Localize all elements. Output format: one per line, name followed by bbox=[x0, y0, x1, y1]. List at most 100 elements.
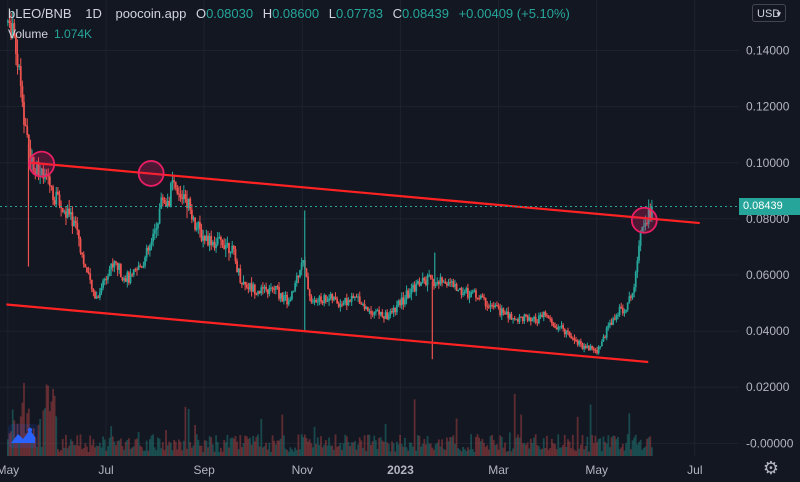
volume-bar bbox=[434, 444, 437, 456]
candle-body bbox=[463, 291, 466, 294]
candle-body bbox=[492, 305, 495, 308]
volume-bar bbox=[48, 411, 51, 456]
candle-body bbox=[169, 183, 172, 206]
candle-body bbox=[370, 311, 372, 314]
candle-body bbox=[589, 345, 592, 351]
volume-bar bbox=[531, 443, 534, 456]
candle-body bbox=[90, 279, 93, 290]
volume-bar bbox=[139, 445, 142, 456]
change-value: +0.00409 (+5.10%) bbox=[458, 6, 570, 21]
volume-bar bbox=[436, 442, 439, 456]
circle-marker[interactable] bbox=[630, 206, 658, 234]
candle-body bbox=[478, 298, 481, 300]
interval-label[interactable]: 1D bbox=[85, 6, 102, 21]
volume-bar bbox=[562, 445, 565, 456]
volume-bar bbox=[210, 437, 213, 456]
candle-body bbox=[202, 236, 205, 241]
volume-bar bbox=[190, 447, 193, 456]
volume-bar bbox=[307, 441, 309, 456]
trendline[interactable] bbox=[30, 161, 700, 225]
volume-bar bbox=[50, 401, 53, 456]
candle-body bbox=[410, 288, 413, 294]
volume-bar bbox=[387, 443, 390, 456]
candle-body bbox=[329, 293, 332, 299]
gear-icon[interactable]: ⚙ bbox=[761, 458, 781, 478]
circle-marker[interactable] bbox=[137, 160, 165, 187]
candle-body bbox=[479, 295, 482, 299]
circle-markers[interactable] bbox=[28, 150, 658, 234]
trendline[interactable] bbox=[6, 303, 649, 364]
volume-bar bbox=[426, 435, 429, 456]
volume-bar bbox=[431, 447, 434, 456]
volume-bar bbox=[565, 446, 568, 456]
tradingview-logo-icon[interactable] bbox=[8, 424, 38, 448]
symbol-name[interactable]: bLEO/BNB bbox=[8, 6, 72, 21]
candle-body bbox=[371, 313, 374, 315]
volume-bar bbox=[586, 436, 589, 456]
candle-body bbox=[570, 335, 573, 339]
candle-body bbox=[418, 281, 421, 286]
candle-body bbox=[310, 295, 313, 303]
volume-bar bbox=[97, 446, 100, 456]
candle-body bbox=[192, 217, 195, 220]
volume-bar bbox=[350, 442, 353, 456]
price-axis[interactable]: 0.140000.120000.100000.080000.060000.040… bbox=[746, 44, 794, 451]
candle-body bbox=[247, 287, 250, 290]
candle-body bbox=[339, 304, 342, 307]
volume-bar bbox=[384, 423, 387, 456]
volume-bar bbox=[66, 448, 69, 456]
volume-bar bbox=[255, 436, 258, 456]
candle-body bbox=[610, 322, 613, 325]
candle-body bbox=[505, 311, 508, 315]
currency-selector[interactable]: USD ▾ bbox=[752, 4, 786, 22]
volume-bar bbox=[613, 436, 616, 456]
candle-body bbox=[236, 260, 238, 273]
x-tick-label: Sep bbox=[193, 463, 215, 477]
candle-body bbox=[103, 278, 106, 281]
volume-bar bbox=[518, 437, 521, 456]
volume-bar bbox=[460, 451, 463, 456]
candle-body bbox=[521, 316, 524, 322]
candle-body bbox=[623, 311, 626, 314]
close-value: 0.08439 bbox=[401, 6, 449, 21]
candle-body bbox=[333, 296, 335, 301]
candle-body bbox=[97, 296, 100, 298]
volume-bar bbox=[119, 438, 122, 456]
candle-body bbox=[471, 291, 474, 293]
volume-bar bbox=[465, 450, 468, 456]
volume-bar bbox=[418, 435, 421, 456]
trendlines[interactable] bbox=[6, 161, 700, 364]
candle-body bbox=[345, 298, 348, 306]
volume-bar bbox=[604, 441, 606, 456]
circle-marker[interactable] bbox=[28, 150, 56, 178]
volume-bar bbox=[647, 437, 650, 456]
candle-body bbox=[18, 66, 21, 68]
volume-bar bbox=[108, 437, 111, 456]
candle-body bbox=[176, 187, 179, 194]
volume-bar bbox=[305, 437, 308, 456]
candle-body bbox=[425, 280, 427, 285]
volume-bar bbox=[407, 450, 410, 456]
candle-body bbox=[323, 295, 326, 304]
candle-body bbox=[268, 288, 271, 295]
candle-body bbox=[81, 252, 84, 255]
candle-body bbox=[153, 229, 156, 234]
volume-bar bbox=[302, 437, 305, 456]
candle-body bbox=[326, 300, 329, 302]
candle-body bbox=[341, 304, 343, 306]
time-axis[interactable]: May Jul Sep Nov 2023 Mar May Jul bbox=[0, 463, 703, 477]
candle-body bbox=[279, 293, 282, 299]
candle-body bbox=[315, 299, 318, 303]
volume-bar bbox=[236, 441, 238, 456]
candle-body bbox=[600, 341, 603, 347]
candle-body bbox=[94, 291, 96, 299]
candle-body bbox=[539, 314, 542, 316]
volume-bar bbox=[489, 436, 492, 456]
price-chart[interactable]: 0.140000.120000.100000.080000.060000.040… bbox=[0, 0, 800, 482]
volume-bar bbox=[318, 444, 321, 456]
candle-body bbox=[291, 291, 293, 300]
volume-bar bbox=[124, 441, 127, 456]
volume-bar bbox=[479, 441, 482, 456]
candle-body bbox=[483, 297, 485, 299]
candle-body bbox=[581, 343, 584, 349]
